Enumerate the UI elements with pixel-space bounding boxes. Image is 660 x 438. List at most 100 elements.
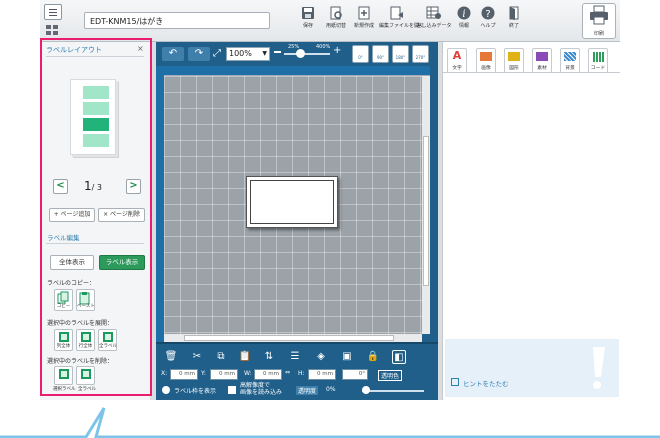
zoom-select[interactable]: 100% ▼ xyxy=(226,47,270,61)
align-icon[interactable]: ☰ xyxy=(288,350,302,364)
label-object[interactable] xyxy=(246,176,338,228)
vertical-ruler xyxy=(156,66,164,344)
hires-label-line2: 画像を読み込み xyxy=(240,389,283,396)
rotate-270-button[interactable]: 270° xyxy=(412,45,429,63)
undo-icon[interactable]: ↶ xyxy=(162,47,184,61)
new-file-button[interactable]: 新規作成 xyxy=(346,6,382,40)
tab-code[interactable]: コード xyxy=(588,48,608,72)
tab-text[interactable]: A 文字 xyxy=(447,48,467,72)
cut-icon[interactable]: ✂ xyxy=(190,350,204,364)
horizontal-ruler xyxy=(164,66,430,76)
svg-text:?: ? xyxy=(485,9,490,20)
layer-order-icon[interactable]: ⇅ xyxy=(262,350,276,364)
transparency-label: 透明度 xyxy=(296,386,319,395)
grid-menu-icon[interactable] xyxy=(44,24,62,38)
hires-checkbox[interactable] xyxy=(228,386,236,394)
barcode-icon xyxy=(592,52,604,62)
main-toolbar: EDT-KNM15/はがき 保存 用紙切替 新規作成 編集ファイルを開く 差し込… xyxy=(40,0,620,42)
exit-icon xyxy=(509,6,519,20)
horizontal-scroll-thumb[interactable] xyxy=(184,335,394,341)
tab-code-label: コード xyxy=(590,66,606,71)
merge-data-icon xyxy=(426,6,441,19)
open-file-label: 編集ファイルを開く xyxy=(379,23,425,29)
rotate-90-button[interactable]: 90° xyxy=(372,45,389,63)
link-icon[interactable]: ⇔ xyxy=(285,369,290,376)
tab-material[interactable]: 素材 xyxy=(532,48,552,72)
exclamation-icon xyxy=(593,347,605,389)
background-icon xyxy=(564,52,576,61)
object-property-bar: 🗑 ✂ ⧉ 📋 ⇅ ☰ ◈ ▣ 🔒 ◧ X: 0 mm Y: 0 mm W: 0… xyxy=(156,342,438,400)
callout-pointer xyxy=(0,407,660,438)
tab-background-label: 背景 xyxy=(565,66,575,71)
print-button[interactable]: 印刷 xyxy=(582,3,616,39)
transparency-value[interactable]: 0% xyxy=(326,386,336,393)
vertical-scroll-thumb[interactable] xyxy=(423,136,429,286)
exit-label: 終了 xyxy=(508,23,519,29)
tab-background[interactable]: 背景 xyxy=(560,48,580,72)
open-file-button[interactable]: 編集ファイルを開く xyxy=(379,6,425,40)
y-field[interactable]: 0 mm xyxy=(210,369,238,380)
document-title-field[interactable]: EDT-KNM15/はがき xyxy=(84,12,270,29)
print-label: 印刷 xyxy=(593,31,604,37)
printer-icon xyxy=(590,5,608,25)
delete-object-icon[interactable]: 🗑 xyxy=(164,350,178,364)
angle-field[interactable]: 0° xyxy=(342,369,368,380)
tab-shape-label: 図形 xyxy=(509,66,519,71)
zoom-in-icon[interactable]: + xyxy=(333,45,341,56)
shape-icon xyxy=(508,52,520,61)
tab-material-label: 素材 xyxy=(537,66,547,71)
fill-icon[interactable]: ◈ xyxy=(314,350,328,364)
w-field[interactable]: 0 mm xyxy=(254,369,282,380)
copy-object-icon[interactable]: ⧉ xyxy=(214,350,228,364)
paper-switch-icon xyxy=(330,6,342,20)
help-icon: ? xyxy=(481,6,495,20)
new-file-label: 新規作成 xyxy=(353,23,374,29)
rotate-180-button[interactable]: 180° xyxy=(392,45,409,63)
horizontal-scrollbar[interactable] xyxy=(164,334,422,342)
collapse-hint-icon[interactable] xyxy=(451,378,459,386)
paste-object-icon[interactable]: 📋 xyxy=(238,350,252,364)
text-icon: A xyxy=(452,49,462,62)
exit-button[interactable]: 終了 xyxy=(496,6,532,40)
show-frame-checkbox[interactable] xyxy=(162,386,170,394)
save-icon xyxy=(302,7,314,19)
svg-text:i: i xyxy=(462,9,465,20)
x-label: X: xyxy=(161,370,168,377)
properties-icon[interactable]: ◧ xyxy=(392,350,406,364)
label-inner-frame xyxy=(250,180,334,224)
transparent-color-button[interactable]: 透明色 xyxy=(378,370,403,381)
rotate-270-label: 270° xyxy=(415,55,426,60)
lock-icon[interactable]: 🔒 xyxy=(366,350,380,364)
tab-shape[interactable]: 図形 xyxy=(504,48,524,72)
rotate-0-button[interactable]: 0° xyxy=(352,45,369,63)
menu-icon[interactable] xyxy=(44,4,62,20)
new-file-icon xyxy=(358,6,370,20)
hires-label: 高解像度で 画像を読み込み xyxy=(240,382,282,396)
material-icon xyxy=(536,52,548,61)
image-icon xyxy=(480,52,492,61)
show-frame-label: ラベル枠を表示 xyxy=(174,388,217,395)
transparency-slider[interactable] xyxy=(362,390,424,392)
open-file-icon xyxy=(390,6,403,20)
redo-icon[interactable]: ↷ xyxy=(188,47,210,61)
zoom-value: 100% xyxy=(229,49,252,58)
tab-text-label: 文字 xyxy=(452,66,462,71)
tab-divider xyxy=(443,72,620,73)
collapse-hint-label[interactable]: ヒントをたたむ xyxy=(463,378,509,388)
h-field[interactable]: 0 mm xyxy=(308,369,336,380)
info-icon: i xyxy=(457,6,471,20)
frame-icon[interactable]: ▣ xyxy=(340,350,354,364)
y-label: Y: xyxy=(201,370,206,377)
canvas-area: ↶ ↷ ⤢ 100% ▼ 25% 400% + 0° 90° 180° 270° … xyxy=(156,42,438,400)
design-canvas[interactable] xyxy=(164,76,422,334)
tab-image[interactable]: 画像 xyxy=(476,48,496,72)
fit-view-icon[interactable]: ⤢ xyxy=(213,47,224,61)
vertical-scrollbar[interactable] xyxy=(422,76,430,334)
transparency-slider-handle[interactable] xyxy=(362,386,370,394)
hires-label-line1: 高解像度で xyxy=(240,382,271,389)
x-field[interactable]: 0 mm xyxy=(170,369,198,380)
zoom-slider-handle[interactable] xyxy=(296,49,305,58)
tool-panel: A 文字 画像 図形 素材 背景 コード ヒントをたたむ xyxy=(442,42,620,400)
zoom-out-icon[interactable] xyxy=(274,51,281,53)
zoom-slider[interactable] xyxy=(284,53,330,55)
